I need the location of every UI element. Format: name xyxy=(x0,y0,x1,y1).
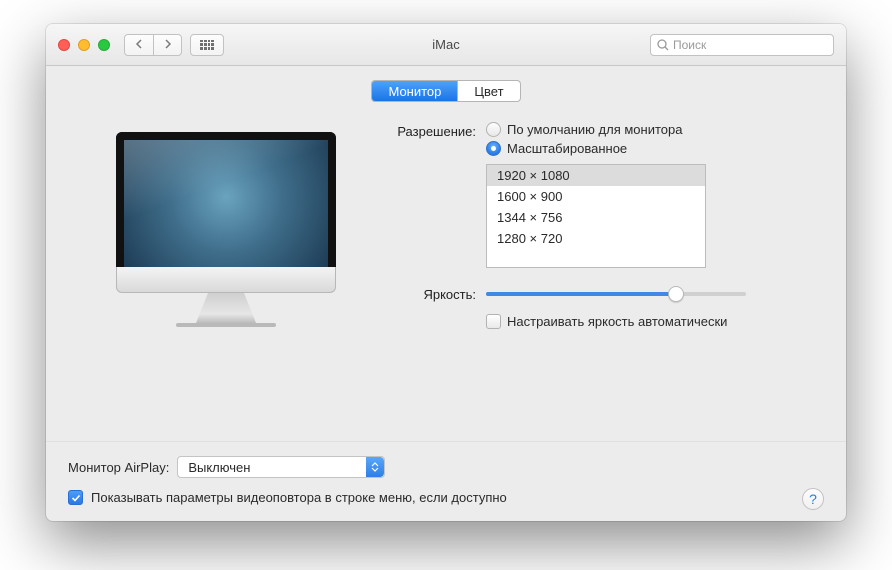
popup-arrows-icon xyxy=(366,457,384,477)
display-preview-image xyxy=(116,132,336,327)
show-mirroring-menubar-checkbox[interactable] xyxy=(68,490,83,505)
brightness-slider[interactable] xyxy=(486,286,746,302)
brightness-label: Яркость: xyxy=(376,287,486,302)
search-icon xyxy=(657,39,669,51)
nav-back-forward xyxy=(124,34,182,56)
tab-monitor-label: Монитор xyxy=(388,84,441,99)
tab-monitor[interactable]: Монитор xyxy=(372,81,457,101)
slider-fill xyxy=(486,292,676,296)
search-placeholder: Поиск xyxy=(673,38,706,52)
nav-back-button[interactable] xyxy=(125,35,153,55)
resolution-option[interactable]: 1920 × 1080 xyxy=(487,165,705,186)
resolution-scaled-radio[interactable]: Масштабированное xyxy=(486,141,706,156)
zoom-window-button[interactable] xyxy=(98,39,110,51)
imac-stand xyxy=(196,293,256,323)
resolution-scaled-label: Масштабированное xyxy=(507,141,627,156)
nav-forward-button[interactable] xyxy=(153,35,181,55)
window-traffic-lights xyxy=(58,39,110,51)
show-all-prefs-button[interactable] xyxy=(190,34,224,56)
imac-screen-icon xyxy=(116,132,336,267)
help-icon: ? xyxy=(809,491,817,507)
resolution-default-radio[interactable]: По умолчанию для монитора xyxy=(486,122,706,137)
close-window-button[interactable] xyxy=(58,39,70,51)
resolution-option[interactable]: 1280 × 720 xyxy=(487,228,705,249)
radio-icon xyxy=(486,141,501,156)
resolution-label: Разрешение: xyxy=(376,122,486,139)
radio-icon xyxy=(486,122,501,137)
resolution-option[interactable]: 1600 × 900 xyxy=(487,186,705,207)
imac-base xyxy=(176,323,276,327)
grid-icon xyxy=(200,40,214,50)
auto-brightness-label: Настраивать яркость автоматически xyxy=(507,314,727,329)
resolution-default-label: По умолчанию для монитора xyxy=(507,122,682,137)
tab-color[interactable]: Цвет xyxy=(457,81,519,101)
imac-chin xyxy=(116,267,336,293)
help-button[interactable]: ? xyxy=(802,488,824,510)
window-footer: Монитор AirPlay: Выключен Показывать пар… xyxy=(46,441,846,521)
show-mirroring-menubar-label: Показывать параметры видеоповтора в стро… xyxy=(91,490,507,505)
auto-brightness-checkbox[interactable] xyxy=(486,314,501,329)
airplay-value: Выключен xyxy=(188,460,250,475)
display-tabs: Монитор Цвет xyxy=(46,80,846,102)
search-field[interactable]: Поиск xyxy=(650,34,834,56)
resolution-list[interactable]: 1920 × 1080 1600 × 900 1344 × 756 1280 ×… xyxy=(486,164,706,268)
slider-thumb[interactable] xyxy=(668,286,684,302)
airplay-popup[interactable]: Выключен xyxy=(177,456,385,478)
resolution-option[interactable]: 1344 × 756 xyxy=(487,207,705,228)
airplay-label: Монитор AirPlay: xyxy=(68,460,169,475)
resolution-list-spacer xyxy=(487,249,705,267)
minimize-window-button[interactable] xyxy=(78,39,90,51)
window-titlebar: iMac Поиск xyxy=(46,24,846,66)
tab-color-label: Цвет xyxy=(474,84,503,99)
preferences-window: iMac Поиск Монитор Цвет xyxy=(46,24,846,521)
